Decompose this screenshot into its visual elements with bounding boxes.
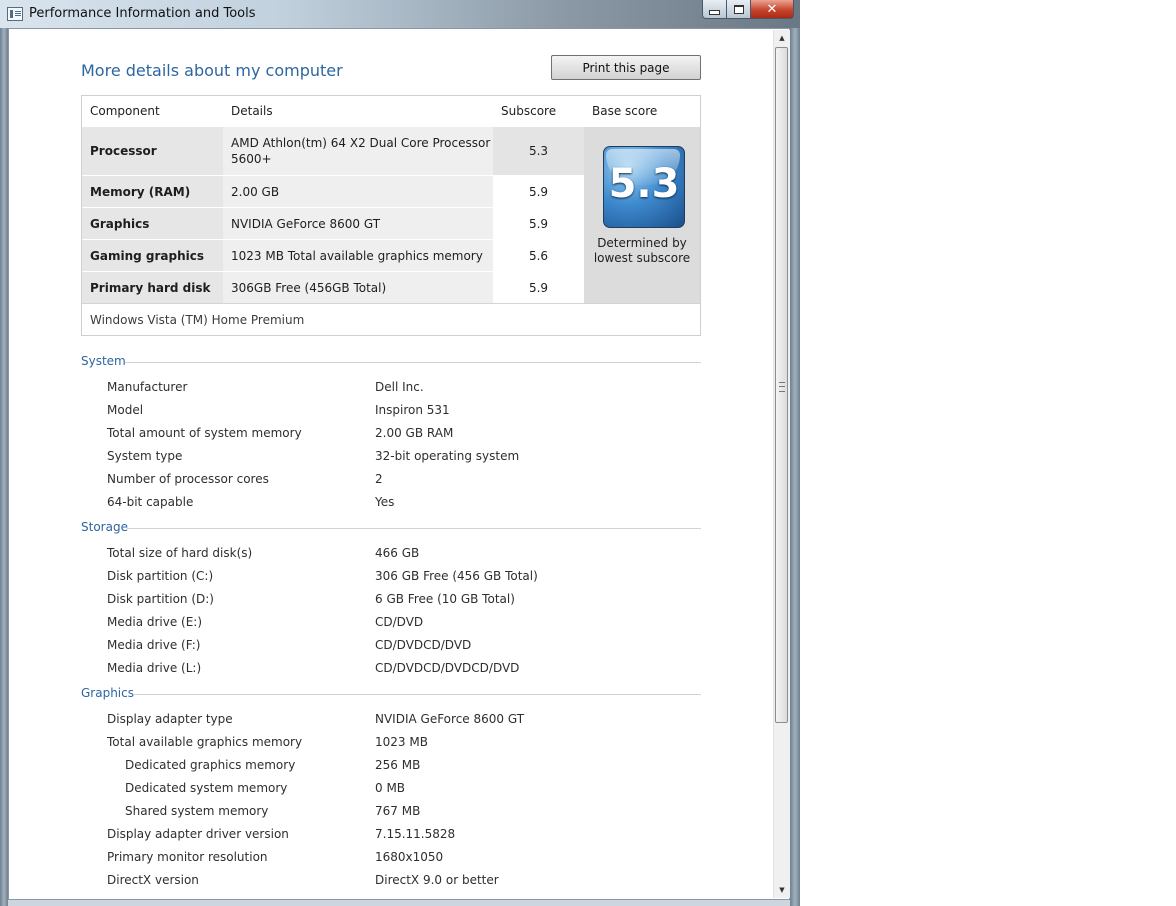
- spec-label: Dedicated system memory: [125, 781, 288, 795]
- spec-label: Media drive (L:): [107, 661, 202, 675]
- spec-value: 32-bit operating system: [375, 449, 520, 463]
- section-divider: [125, 362, 701, 363]
- window-border-left: [0, 28, 8, 906]
- scrollbar-thumb[interactable]: [775, 47, 788, 723]
- desktop-background: [800, 0, 1176, 906]
- spec-label: Total size of hard disk(s): [107, 546, 253, 560]
- header-component: Component: [90, 104, 160, 118]
- spec-value: 2: [375, 472, 383, 486]
- spec-label: Primary monitor resolution: [107, 850, 268, 864]
- component-details: AMD Athlon(tm) 64 X2 Dual Core Processor…: [223, 127, 493, 175]
- window-border-right: [790, 28, 800, 906]
- spec-label: Total amount of system memory: [107, 426, 302, 440]
- header-details: Details: [231, 104, 273, 118]
- table-row-graphics: Graphics NVIDIA GeForce 8600 GT 5.9: [82, 208, 584, 239]
- table-row-primary-hard-disk: Primary hard disk 306GB Free (456GB Tota…: [82, 272, 584, 303]
- spec-label: Media drive (F:): [107, 638, 201, 652]
- spec-value: 306 GB Free (456 GB Total): [375, 569, 538, 583]
- spec-value: 7.15.11.5828: [375, 827, 456, 841]
- table-divider: [82, 303, 700, 304]
- spec-label: System type: [107, 449, 183, 463]
- section-title-graphics: Graphics: [81, 686, 134, 700]
- component-name: Primary hard disk: [82, 272, 223, 303]
- component-subscore: 5.9: [493, 272, 584, 303]
- base-score-badge: 5.3: [603, 146, 685, 228]
- component-subscore: 5.9: [493, 208, 584, 239]
- windows-edition: Windows Vista (TM) Home Premium: [90, 313, 305, 327]
- maximize-icon: [733, 4, 744, 14]
- spec-value: 256 MB: [375, 758, 421, 772]
- spec-value: CD/DVD: [375, 615, 424, 629]
- component-name: Graphics: [82, 208, 223, 239]
- minimize-button[interactable]: [702, 0, 727, 19]
- header-subscore: Subscore: [501, 104, 557, 118]
- spec-value: Yes: [375, 495, 395, 509]
- spec-label: Number of processor cores: [107, 472, 269, 486]
- component-name: Memory (RAM): [82, 176, 223, 207]
- spec-value: 2.00 GB RAM: [375, 426, 454, 440]
- minimize-icon: [709, 10, 720, 15]
- component-details: 2.00 GB: [223, 176, 493, 207]
- spec-value: 466 GB: [375, 546, 420, 560]
- component-details: NVIDIA GeForce 8600 GT: [223, 208, 493, 239]
- section-title-storage: Storage: [81, 520, 128, 534]
- spec-label: Total available graphics memory: [107, 735, 303, 749]
- spec-value: 767 MB: [375, 804, 421, 818]
- title-bar[interactable]: Performance Information and Tools ✕: [0, 0, 800, 28]
- base-score-panel: 5.3 Determined by lowest subscore: [584, 127, 700, 303]
- spec-value: NVIDIA GeForce 8600 GT: [375, 712, 525, 726]
- spec-label: Shared system memory: [125, 804, 269, 818]
- window-title: Performance Information and Tools: [29, 6, 256, 21]
- table-row-gaming-graphics: Gaming graphics 1023 MB Total available …: [82, 240, 584, 271]
- component-subscore: 5.3: [493, 127, 584, 175]
- scrollbar-grip-icon: [779, 382, 785, 392]
- spec-value: Inspiron 531: [375, 403, 450, 417]
- page-title: More details about my computer: [81, 61, 343, 80]
- print-page-button[interactable]: Print this page: [551, 55, 701, 80]
- spec-label: Display adapter driver version: [107, 827, 289, 841]
- spec-value: 0 MB: [375, 781, 406, 795]
- table-row-memory: Memory (RAM) 2.00 GB 5.9: [82, 176, 584, 207]
- spec-label: Dedicated graphics memory: [125, 758, 296, 772]
- component-details: 306GB Free (456GB Total): [223, 272, 493, 303]
- component-details: 1023 MB Total available graphics memory: [223, 240, 493, 271]
- spec-label: Disk partition (C:): [107, 569, 214, 583]
- section-divider: [133, 694, 701, 695]
- app-icon: [7, 7, 23, 21]
- spec-label: Manufacturer: [107, 380, 188, 394]
- score-table: Component Details Subscore Base score Pr…: [81, 95, 701, 336]
- spec-label: 64-bit capable: [107, 495, 194, 509]
- component-subscore: 5.6: [493, 240, 584, 271]
- spec-label: Display adapter type: [107, 712, 233, 726]
- spec-value: CD/DVDCD/DVDCD/DVD: [375, 661, 520, 675]
- table-row-processor: Processor AMD Athlon(tm) 64 X2 Dual Core…: [82, 127, 584, 175]
- spec-value: 6 GB Free (10 GB Total): [375, 592, 515, 606]
- close-icon: ✕: [766, 1, 778, 17]
- spec-value: Dell Inc.: [375, 380, 424, 394]
- header-base-score: Base score: [592, 104, 658, 118]
- spec-label: DirectX version: [107, 873, 199, 887]
- spec-label: Disk partition (D:): [107, 592, 214, 606]
- section-divider: [127, 528, 701, 529]
- vertical-scrollbar[interactable]: ▲ ▼: [773, 30, 790, 898]
- spec-value: DirectX 9.0 or better: [375, 873, 499, 887]
- component-subscore: 5.9: [493, 176, 584, 207]
- spec-label: Media drive (E:): [107, 615, 203, 629]
- base-score-value: 5.3: [608, 161, 680, 207]
- maximize-button[interactable]: [726, 0, 751, 19]
- close-button[interactable]: ✕: [750, 0, 794, 19]
- component-name: Gaming graphics: [82, 240, 223, 271]
- component-name: Processor: [82, 127, 223, 175]
- spec-value: CD/DVDCD/DVD: [375, 638, 472, 652]
- scroll-up-arrow-icon[interactable]: ▲: [774, 30, 790, 46]
- spec-label: Model: [107, 403, 144, 417]
- spec-value: 1023 MB: [375, 735, 428, 749]
- base-score-caption: Determined by lowest subscore: [593, 236, 691, 265]
- section-title-system: System: [81, 354, 126, 368]
- spec-value: 1680x1050: [375, 850, 444, 864]
- scroll-down-arrow-icon[interactable]: ▼: [774, 882, 790, 898]
